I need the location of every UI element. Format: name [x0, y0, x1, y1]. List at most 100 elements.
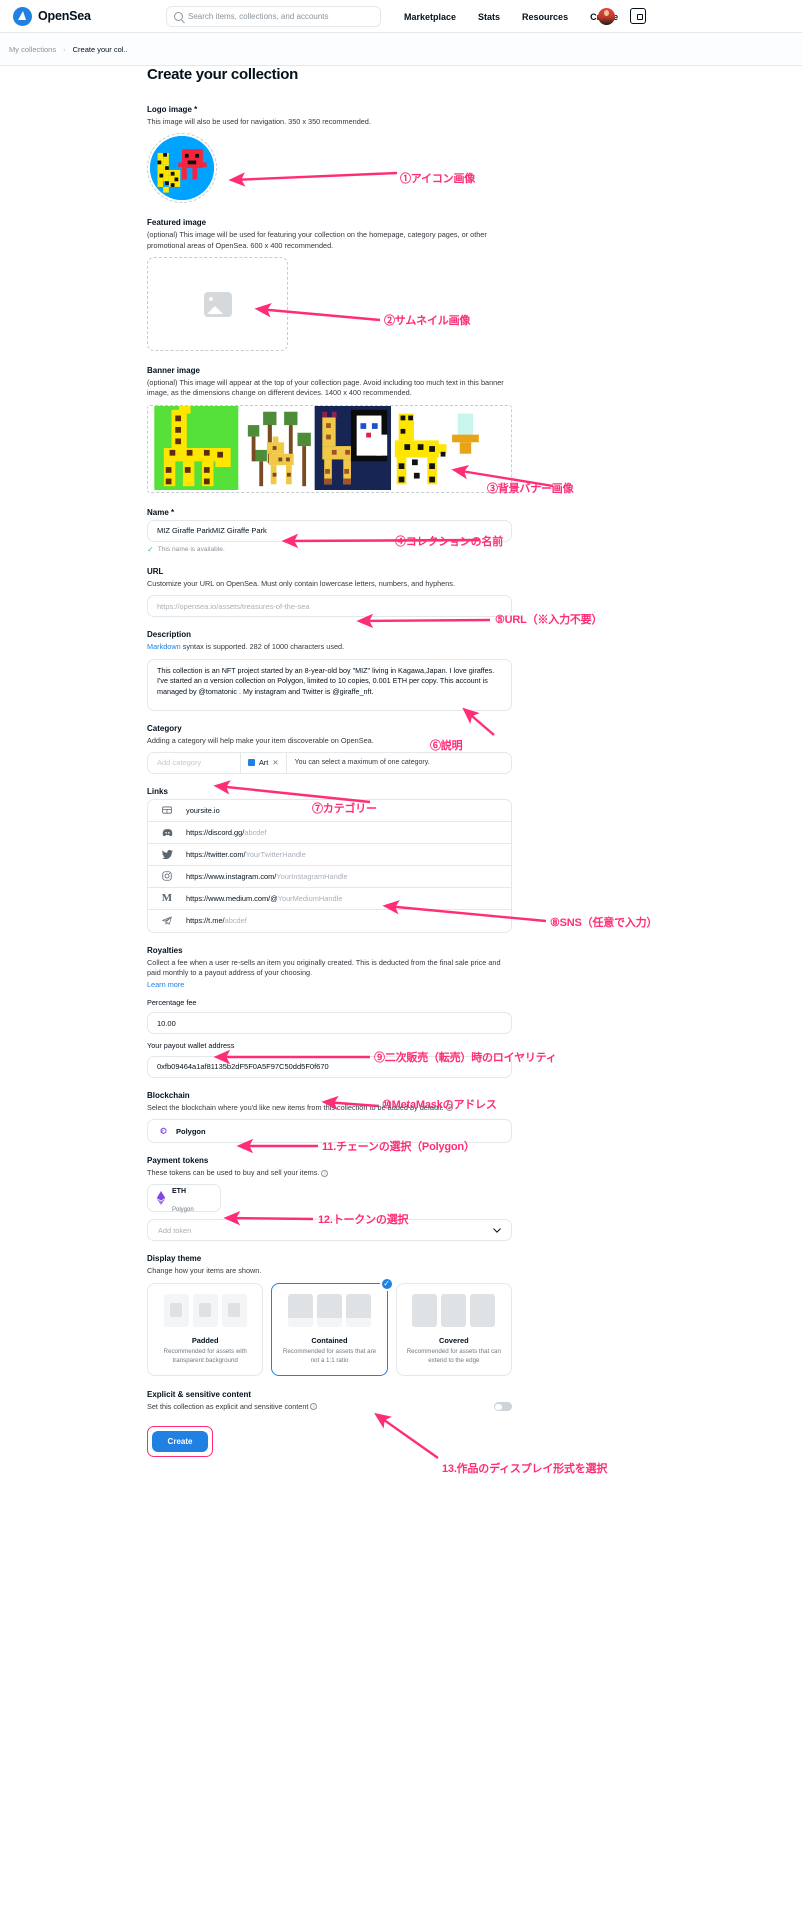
logo-image-hint: This image will also be used for navigat… [147, 117, 371, 126]
nav-resources[interactable]: Resources [522, 12, 568, 22]
royalties-hint: Collect a fee when a user re-sells an it… [147, 957, 501, 978]
featured-image-dropzone[interactable] [147, 257, 288, 352]
links-label: Links [147, 786, 168, 796]
category-chip-label: Art [259, 758, 269, 768]
padded-preview-icon [163, 1293, 247, 1327]
blockchain-selected: Polygon [176, 1126, 206, 1136]
banner-image-section: Banner image (optional) This image will … [147, 366, 512, 493]
search-input[interactable]: Search items, collections, and accounts [166, 6, 381, 27]
annotation-13: 13.作品のディスプレイ形式を選択 [442, 1463, 608, 1475]
banner-artwork [154, 405, 503, 490]
brand-logo-link[interactable]: OpenSea [13, 6, 91, 26]
featured-image-hint: (optional) This image will be used for f… [147, 230, 487, 250]
theme-option-contained[interactable]: ✓ Contained Recommended for assets that … [271, 1276, 394, 1376]
explicit-content-section: Explicit & sensitive content Set this co… [147, 1390, 512, 1412]
url-input[interactable]: https://opensea.io/assets/treasures-of-t… [147, 595, 512, 618]
description-hint-rest: syntax is supported. 282 of 1000 charact… [180, 642, 345, 652]
percentage-fee-input[interactable]: 10.00 [147, 1012, 512, 1035]
annotation-5: ⑤URL（※入力不要） [495, 614, 603, 626]
check-icon: ✓ [147, 544, 154, 554]
category-label: Category [147, 723, 182, 733]
learn-more-link[interactable]: Learn more [147, 980, 184, 989]
name-availability-text: This name is available. [157, 546, 225, 554]
breadcrumb-root[interactable]: My collections [9, 45, 56, 54]
link-text-website: yoursite.io [186, 805, 220, 815]
brand-name: OpenSea [38, 9, 91, 23]
link-row-twitter[interactable]: https://twitter.com/YourTwitterHandle [148, 844, 511, 866]
avatar[interactable] [598, 8, 615, 25]
nav-stats[interactable]: Stats [478, 12, 500, 22]
logo-image-section: Logo image * This image will also be use… [147, 105, 512, 204]
info-icon[interactable]: i [310, 1403, 318, 1411]
nav-marketplace[interactable]: Marketplace [404, 12, 456, 22]
search-placeholder: Search items, collections, and accounts [188, 12, 329, 21]
close-icon[interactable]: ✕ [272, 758, 278, 767]
token-name: ETH [172, 1188, 186, 1196]
create-button-area: Create [147, 1426, 512, 1458]
url-placeholder: https://opensea.io/assets/treasures-of-t… [157, 601, 310, 611]
polygon-icon [160, 1127, 167, 1134]
link-text-discord: https://discord.gg/abcdef [186, 827, 267, 837]
link-row-discord[interactable]: https://discord.gg/abcdef [148, 822, 511, 844]
category-chip-art[interactable]: Art ✕ [240, 751, 287, 774]
image-placeholder-icon [203, 291, 232, 317]
annotation-4: ④コレクションの名前 [395, 536, 503, 548]
wallet-icon[interactable] [630, 8, 646, 24]
markdown-link[interactable]: Markdown [147, 642, 181, 651]
name-value: MIZ Giraffe ParkMIZ Giraffe Park [157, 526, 267, 536]
logo-image-dropzone[interactable] [147, 133, 217, 204]
create-button[interactable]: Create [152, 1431, 208, 1453]
link-text-instagram: https://www.instagram.com/YourInstagramH… [186, 871, 348, 881]
link-text-telegram: https://t.me/abcdef [186, 916, 247, 926]
featured-image-section: Featured image (optional) This image wil… [147, 218, 512, 352]
breadcrumb-current: Create your col.. [72, 44, 128, 54]
link-row-medium[interactable]: M https://www.medium.com/@YourMediumHand… [148, 888, 511, 910]
annotation-12: 12.トークンの選択 [318, 1214, 409, 1226]
main-nav: Marketplace Stats Resources Create [404, 0, 618, 33]
link-row-telegram[interactable]: https://t.me/abcdef [148, 910, 511, 932]
explicit-content-toggle[interactable] [494, 1402, 512, 1412]
annotation-1: ①アイコン画像 [400, 173, 476, 185]
payment-tokens-hint: These tokens can be used to buy and sell… [147, 1168, 512, 1178]
description-textarea[interactable]: This collection is an NFT project starte… [147, 658, 512, 711]
theme-name-contained: Contained [311, 1335, 348, 1345]
banner-image-dropzone[interactable] [147, 404, 512, 493]
link-row-instagram[interactable]: https://www.instagram.com/YourInstagramH… [148, 866, 511, 888]
logo-image-preview [150, 136, 214, 201]
opensea-logo-icon [13, 6, 32, 26]
logo-image-label: Logo image * [147, 105, 198, 114]
payment-tokens-section: Payment tokens These tokens can be used … [147, 1156, 512, 1242]
selected-check-icon: ✓ [379, 1276, 394, 1291]
category-note: You can select a maximum of one category… [294, 759, 430, 767]
explicit-content-hint: Set this collection as explicit and sens… [147, 1402, 318, 1412]
add-category-input[interactable]: Add category [148, 758, 240, 767]
breadcrumb: My collections › Create your col.. [0, 33, 802, 66]
theme-option-covered[interactable]: Covered Recommended for assets that can … [395, 1282, 512, 1376]
category-row: Add category Art ✕ You can select a maxi… [147, 751, 512, 774]
display-theme-hint: Change how your items are shown. [147, 1266, 262, 1276]
theme-desc-contained: Recommended for assets that are not a 1:… [282, 1347, 377, 1364]
display-theme-section: Display theme Change how your items are … [147, 1254, 512, 1376]
opensea-create-collection-page: OpenSea Search items, collections, and a… [0, 0, 802, 1918]
annotation-2: ②サムネイル画像 [384, 315, 471, 327]
annotation-7: ⑦カテゴリー [312, 803, 377, 815]
website-icon [148, 805, 186, 815]
site-header: OpenSea Search items, collections, and a… [0, 0, 802, 33]
token-chip-eth[interactable]: ETH Polygon [147, 1184, 221, 1214]
annotation-6: ⑥説明 [430, 740, 463, 752]
description-value: This collection is an NFT project starte… [157, 665, 495, 697]
url-hint: Customize your URL on OpenSea. Must only… [147, 578, 455, 588]
info-icon[interactable]: i [321, 1169, 329, 1177]
display-theme-label: Display theme [147, 1254, 202, 1264]
link-text-medium: https://www.medium.com/@YourMediumHandle [186, 893, 343, 903]
links-box: yoursite.io https://discord.gg/abcdef ht… [147, 798, 512, 933]
percentage-fee-label: Percentage fee [147, 997, 197, 1007]
create-button-highlight: Create [147, 1426, 213, 1458]
percentage-fee-value: 10.00 [157, 1018, 176, 1028]
payout-address-value: 0xfb09464a1af81135b2dF5F0A5F97C50dd5F0f6… [157, 1062, 329, 1072]
chevron-down-icon [493, 1226, 501, 1235]
logo-artwork [150, 136, 214, 201]
eth-icon [156, 1191, 166, 1206]
token-chain: Polygon [172, 1207, 194, 1214]
theme-option-padded[interactable]: Padded Recommended for assets with trans… [147, 1282, 264, 1376]
